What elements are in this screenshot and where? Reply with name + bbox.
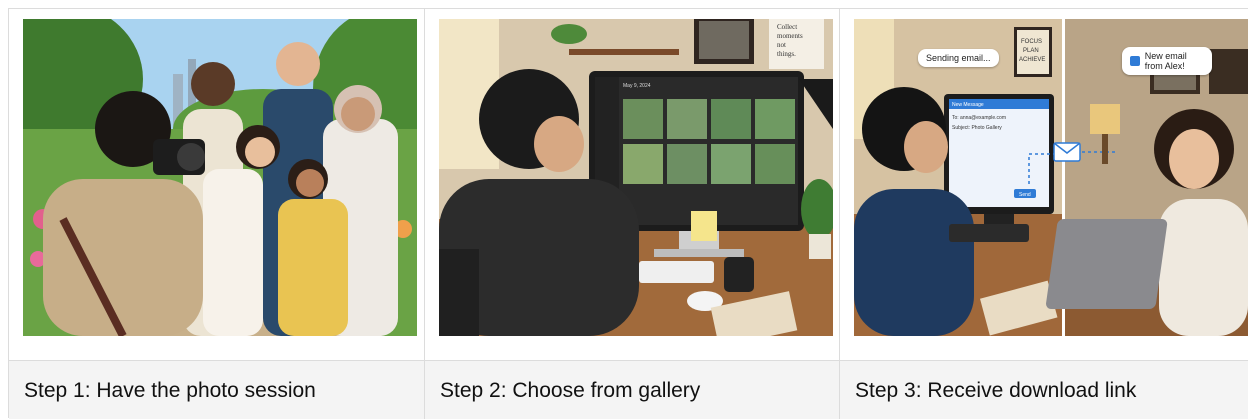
step-2-caption: Step 2: Choose from gallery xyxy=(440,379,701,402)
step-3-image-cell: FOCUS PLAN ACHIEVE New Message To: anna@… xyxy=(840,9,1248,361)
sending-email-text: Sending email... xyxy=(926,53,991,63)
svg-text:To: anna@example.com: To: anna@example.com xyxy=(952,115,1006,121)
gallery-selection-illustration: Collect moments not things. May 9, 2024 xyxy=(439,19,833,336)
new-email-bubble: New email from Alex! xyxy=(1122,47,1212,75)
envelope-icon xyxy=(1130,56,1140,66)
svg-text:May 9, 2024: May 9, 2024 xyxy=(623,83,651,89)
step-2-image-cell: Collect moments not things. May 9, 2024 xyxy=(425,9,839,361)
svg-text:Send: Send xyxy=(1019,192,1031,198)
step-1-caption: Step 1: Have the photo session xyxy=(24,379,316,402)
svg-text:New Message: New Message xyxy=(952,102,984,108)
step-1-column: Step 1: Have the photo session xyxy=(9,9,425,419)
svg-text:not: not xyxy=(777,41,786,49)
new-email-text: New email from Alex! xyxy=(1144,51,1187,71)
step-1-caption-cell: Step 1: Have the photo session xyxy=(9,361,424,419)
step-3-column: FOCUS PLAN ACHIEVE New Message To: anna@… xyxy=(840,9,1248,419)
steps-table: Step 1: Have the photo session Collect m… xyxy=(8,8,1248,419)
step-3-caption: Step 3: Receive download link xyxy=(855,379,1137,402)
svg-text:moments: moments xyxy=(777,32,803,40)
step-3-caption-cell: Step 3: Receive download link xyxy=(840,361,1248,419)
svg-text:PLAN: PLAN xyxy=(1023,48,1039,54)
step-2-column: Collect moments not things. May 9, 2024 xyxy=(425,9,840,419)
poster-text: FOCUS xyxy=(1021,39,1042,45)
download-link-illustration: FOCUS PLAN ACHIEVE New Message To: anna@… xyxy=(854,19,1248,336)
svg-text:things.: things. xyxy=(777,50,796,58)
svg-text:Subject: Photo Gallery: Subject: Photo Gallery xyxy=(952,125,1002,131)
sending-email-bubble: Sending email... xyxy=(918,49,999,67)
svg-text:ACHIEVE: ACHIEVE xyxy=(1019,57,1045,63)
wall-poster-text: Collect xyxy=(777,23,797,31)
step-1-image-cell xyxy=(9,9,424,361)
step-2-caption-cell: Step 2: Choose from gallery xyxy=(425,361,839,419)
photo-session-illustration xyxy=(23,19,417,336)
